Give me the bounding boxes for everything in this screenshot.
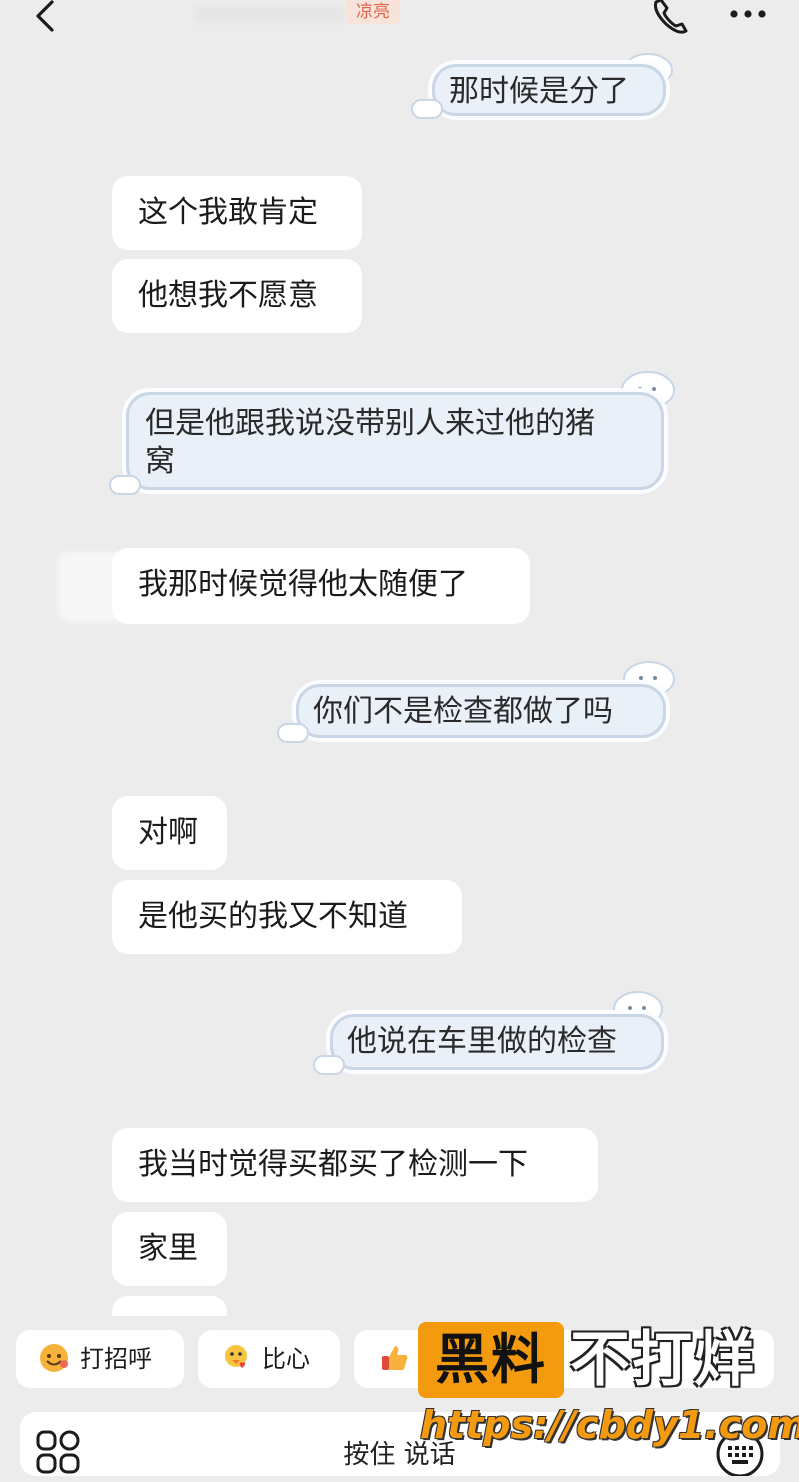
call-button[interactable] <box>648 0 692 36</box>
chip-label: 打招呼 <box>80 1345 152 1373</box>
smile-emoji-icon <box>40 1344 68 1372</box>
received-message-bubble[interactable]: 对啊 <box>112 796 227 870</box>
thumbs-up-emoji-icon <box>382 1346 408 1370</box>
received-message-bubble[interactable]: 我当时觉得买都买了检测一下 <box>112 1128 598 1202</box>
watermark-text: 不打烊 <box>570 1325 756 1395</box>
sent-message-bubble[interactable]: 你们不是检查都做了吗 <box>296 684 666 738</box>
quick-reply-greet[interactable]: 打招呼 <box>16 1330 184 1388</box>
message-line: 窝 <box>145 444 175 479</box>
received-message-bubble[interactable]: 我那时候觉得他太随便了 <box>112 548 530 624</box>
back-button[interactable] <box>26 0 66 36</box>
chevron-left-icon <box>36 0 54 32</box>
watermark-box-text: 黑料 <box>435 1328 547 1391</box>
contact-name-tag[interactable]: 凉亮 <box>346 0 400 24</box>
received-message-bubble[interactable]: 他想我不愿意 <box>112 259 362 333</box>
apps-grid-icon <box>36 1430 80 1474</box>
contact-name-redacted <box>195 6 345 22</box>
message-line: 但是他跟我说没带别人来过他的猪 <box>145 406 595 441</box>
watermark-url: https://cbdy1.com <box>420 1403 799 1447</box>
sent-message-bubble[interactable]: 那时候是分了 <box>432 64 666 116</box>
chip-label: 比心 <box>262 1345 310 1373</box>
sent-message-bubble[interactable]: 但是他跟我说没带别人来过他的猪 窝 <box>126 392 664 490</box>
received-message-bubble[interactable]: 家里 <box>112 1212 227 1286</box>
received-message-bubble[interactable]: 是他买的我又不知道 <box>112 880 462 954</box>
watermark-logo-box: 黑料 <box>418 1322 564 1398</box>
apps-button[interactable] <box>34 1428 84 1478</box>
duck-heart-emoji-icon <box>225 1345 247 1368</box>
received-message-bubble[interactable]: 这个我敢肯定 <box>112 176 362 250</box>
chat-header: 凉亮 <box>0 0 799 54</box>
sent-message-bubble[interactable]: 他说在车里做的检查 <box>330 1014 664 1070</box>
quick-reply-heart[interactable]: 比心 <box>198 1330 340 1388</box>
more-dots-icon <box>730 10 766 18</box>
phone-icon <box>654 0 688 34</box>
received-message-bubble-partial <box>112 1296 227 1316</box>
more-button[interactable] <box>728 0 772 30</box>
